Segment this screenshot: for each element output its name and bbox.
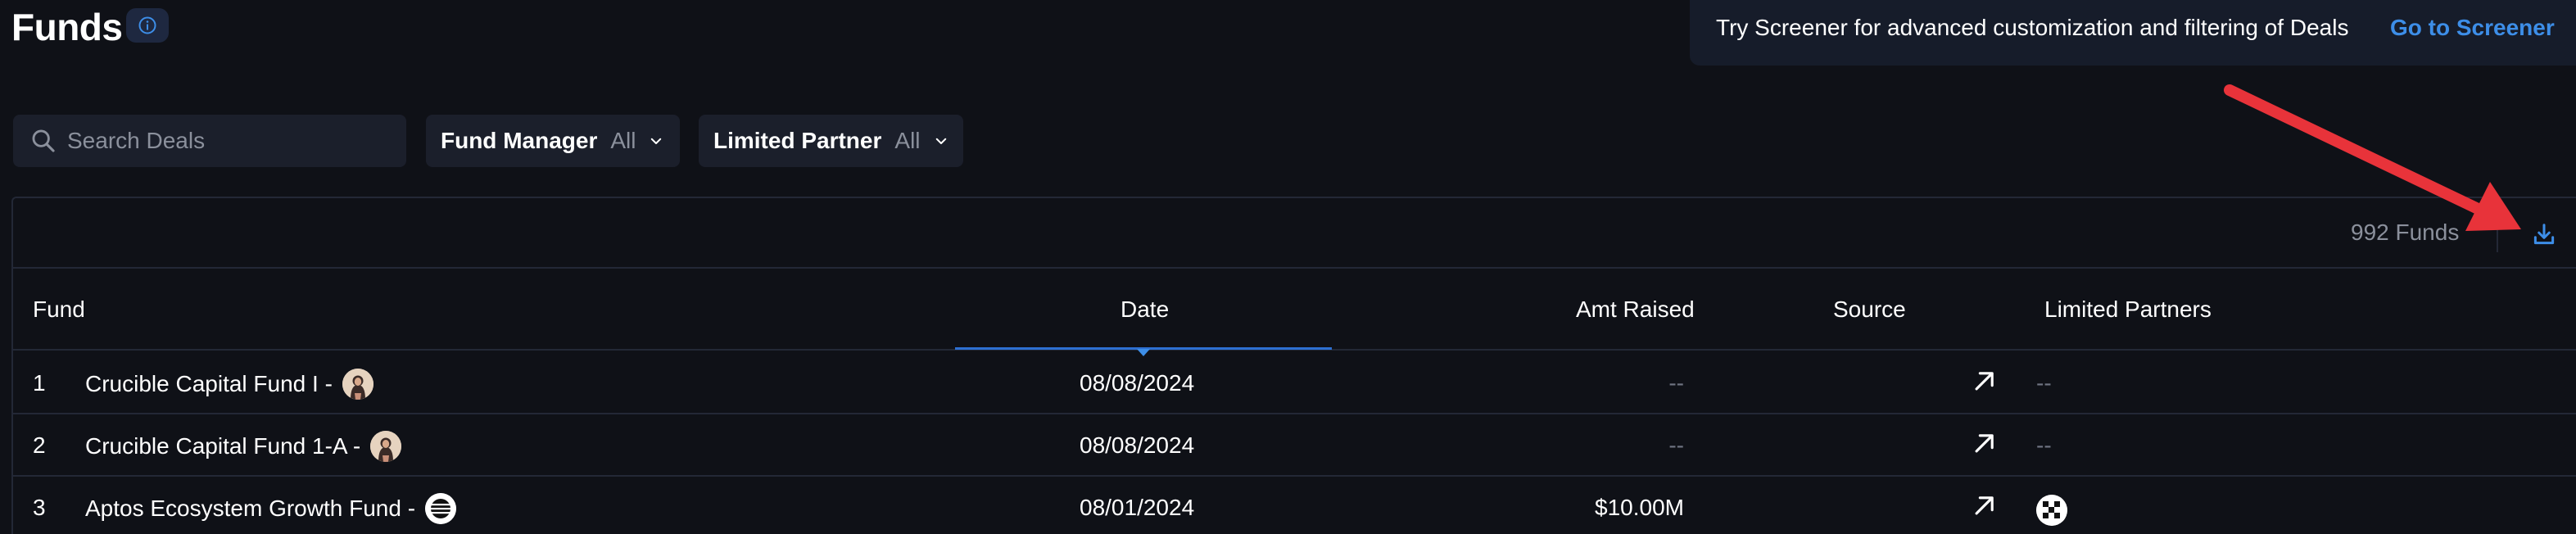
column-header-limited-partners[interactable]: Limited Partners [2044, 296, 2212, 323]
limited-partners-cell: -- [2036, 370, 2052, 396]
external-link-arrow-icon [1975, 434, 1994, 453]
table-row[interactable]: 1 Crucible Capital Fund I - 08/08/2024 -… [13, 352, 2576, 414]
fund-name-link[interactable]: Crucible Capital Fund 1-A - [85, 433, 360, 459]
download-button[interactable] [2528, 218, 2560, 251]
toolbar-divider [2497, 216, 2498, 252]
external-link-arrow-icon [1975, 372, 1994, 391]
table-row[interactable]: 2 Crucible Capital Fund 1-A - 08/08/2024… [13, 414, 2576, 477]
funds-page: Funds Try Screener for advanced customiz… [0, 0, 2576, 534]
search-box [13, 115, 406, 167]
limited-partner-label: Limited Partner [713, 128, 882, 153]
go-to-screener-link[interactable]: Go to Screener [2390, 15, 2555, 41]
fund-manager-filter[interactable]: Fund Manager All [426, 115, 680, 167]
funds-table: 992 Funds Fund Date Amt Raised Source Li… [11, 197, 2576, 534]
column-header-amt-raised[interactable]: Amt Raised [1576, 296, 1695, 323]
fund-cell: Crucible Capital Fund 1-A - [85, 431, 402, 462]
amt-raised-cell: -- [1668, 370, 1684, 396]
date-cell: 08/01/2024 [1080, 495, 1195, 520]
fund-manager-label: Fund Manager [441, 128, 598, 153]
info-circle-icon [138, 16, 156, 34]
banner-text: Try Screener for advanced customization … [1716, 15, 2349, 40]
table-header: Fund Date Amt Raised Source Limited Part… [13, 269, 2576, 356]
limited-partner-filter[interactable]: Limited Partner All [699, 115, 963, 167]
download-icon [2533, 224, 2555, 245]
page-title: Funds [11, 6, 123, 48]
person-avatar[interactable] [370, 431, 402, 462]
screener-banner: Try Screener for advanced customization … [1690, 0, 2576, 66]
table-row[interactable]: 3 Aptos Ecosystem Growth Fund - 08/01/20… [13, 477, 2576, 534]
column-header-source[interactable]: Source [1833, 296, 1906, 323]
table-toolbar: 992 Funds [13, 198, 2576, 269]
source-link[interactable] [1971, 367, 1999, 400]
checkered-logo-avatar[interactable] [2036, 495, 2067, 526]
amt-raised-cell: -- [1668, 432, 1684, 458]
row-index: 1 [33, 370, 46, 396]
search-icon [32, 129, 55, 152]
row-index: 2 [33, 432, 46, 458]
info-button[interactable] [126, 8, 169, 43]
fund-name-link[interactable]: Crucible Capital Fund I - [85, 371, 333, 397]
source-link[interactable] [1971, 491, 1999, 525]
column-header-fund[interactable]: Fund [33, 296, 85, 323]
external-link-arrow-icon [1975, 496, 1994, 515]
fund-name-link[interactable]: Aptos Ecosystem Growth Fund - [85, 496, 415, 522]
limited-partners-cell [2036, 495, 2067, 532]
source-link[interactable] [1971, 429, 1999, 463]
fund-cell: Aptos Ecosystem Growth Fund - [85, 493, 457, 524]
fund-manager-value: All [610, 128, 636, 153]
row-index: 3 [33, 495, 46, 520]
chevron-down-icon [934, 134, 948, 148]
person-avatar[interactable] [342, 369, 373, 400]
chevron-down-icon [649, 134, 663, 148]
aptos-logo-avatar[interactable] [425, 493, 457, 524]
limited-partner-value: All [894, 128, 921, 153]
date-cell: 08/08/2024 [1080, 370, 1195, 396]
fund-cell: Crucible Capital Fund I - [85, 369, 373, 400]
limited-partners-cell: -- [2036, 432, 2052, 458]
column-header-date[interactable]: Date [1120, 296, 1169, 323]
funds-count: 992 Funds [2351, 219, 2460, 245]
date-cell: 08/08/2024 [1080, 432, 1195, 458]
search-input[interactable] [67, 115, 395, 167]
amt-raised-cell: $10.00M [1595, 495, 1684, 520]
